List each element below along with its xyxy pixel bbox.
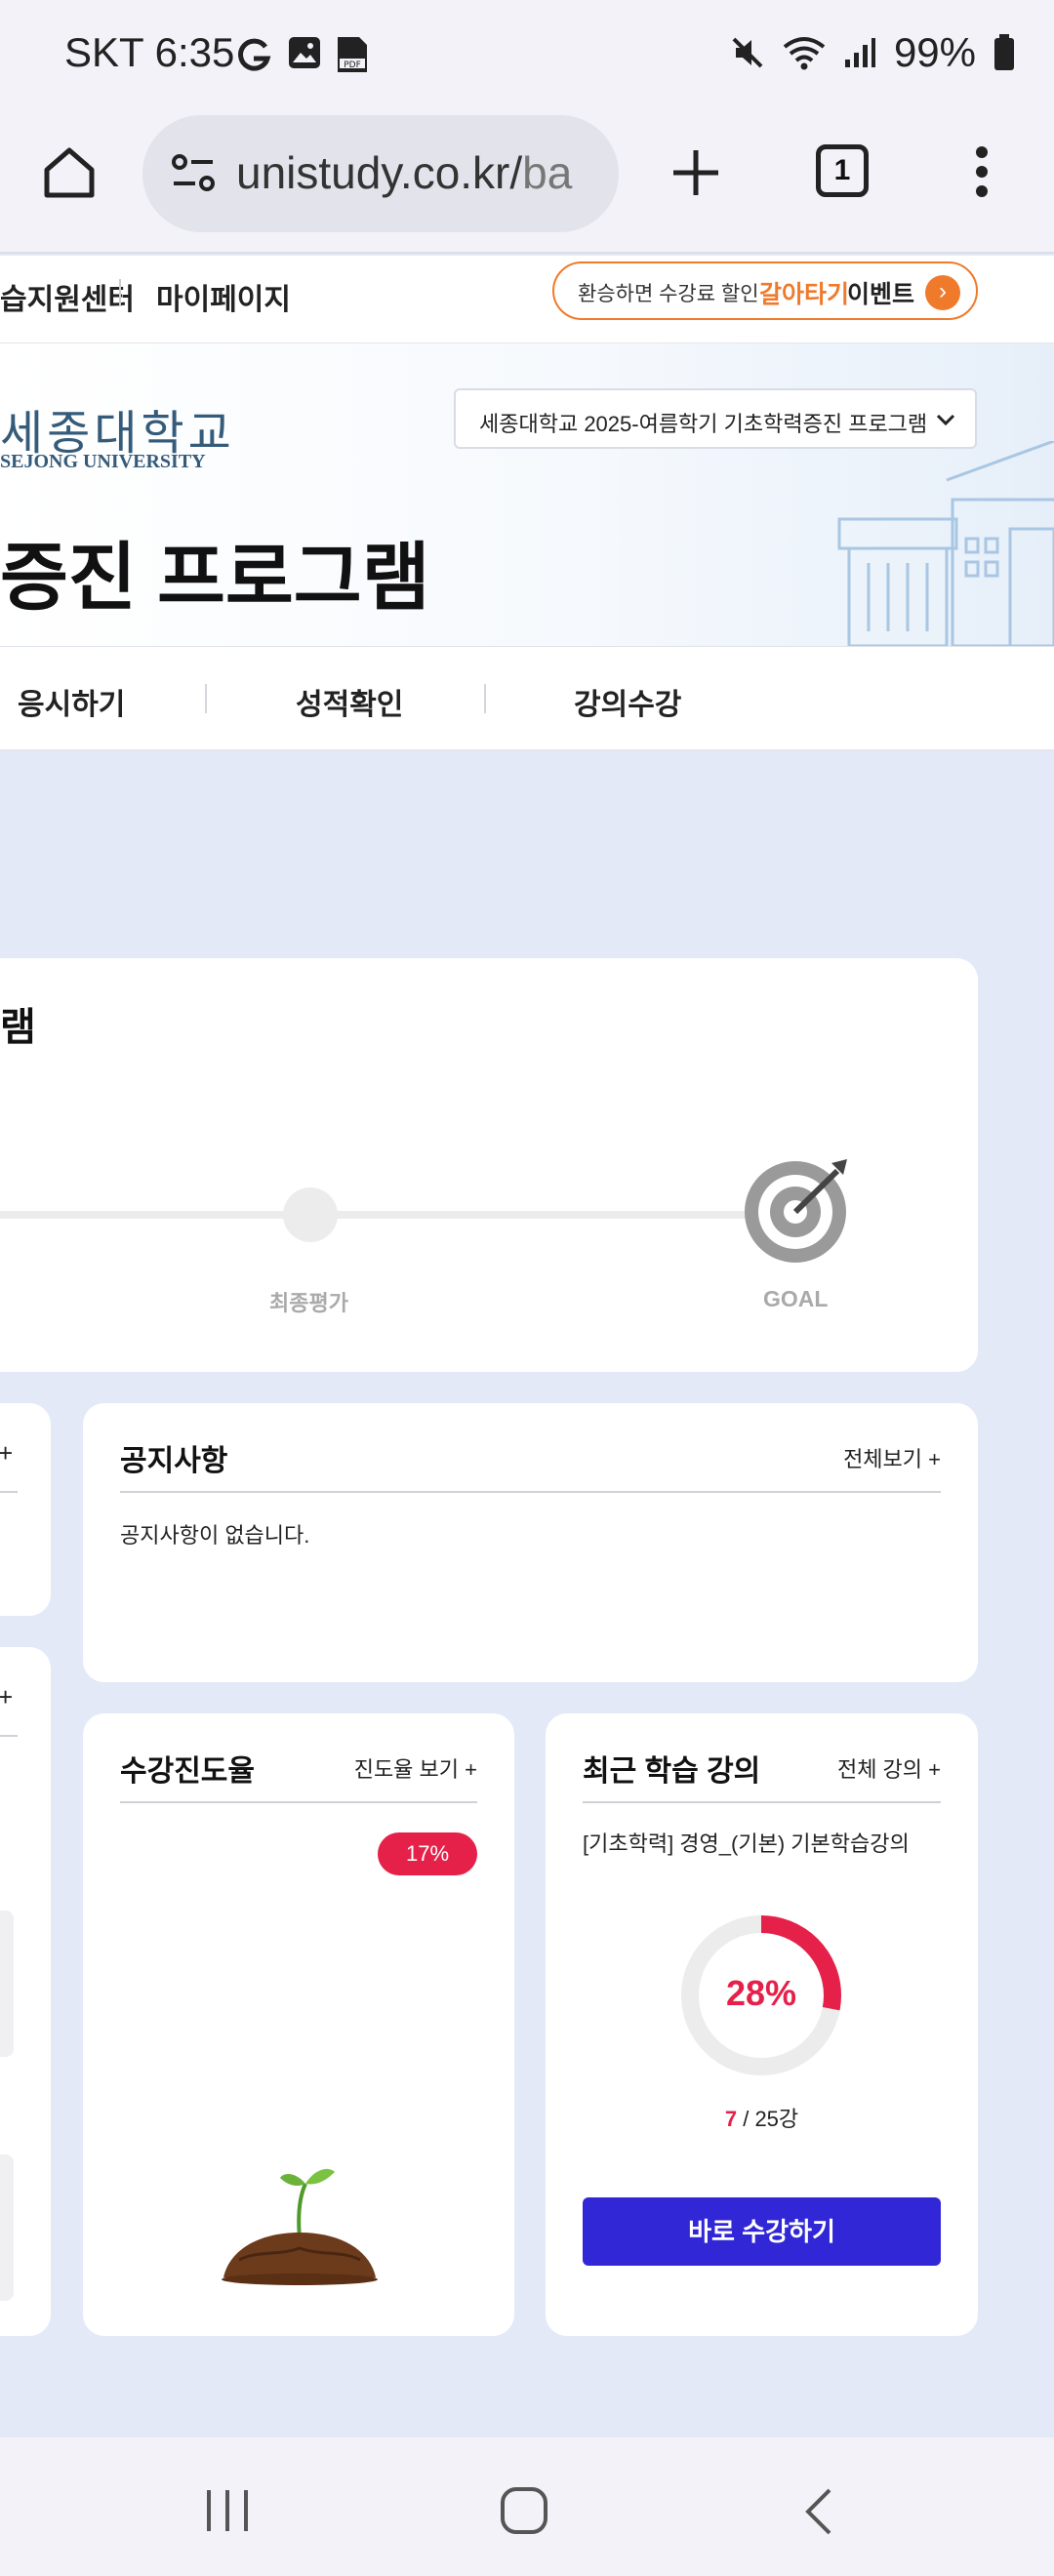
notice-empty-message: 공지사항이 없습니다. [120, 1523, 310, 1548]
nav-divider [484, 684, 486, 713]
recent-title: 최근 학습 강의 [583, 1755, 761, 1788]
home-nav-icon[interactable] [500, 2486, 548, 2535]
progress-badge: 17% [378, 1832, 477, 1875]
start-lecture-button[interactable]: 바로 수강하기 [583, 2197, 941, 2266]
status-time: SKT 6:35 [64, 29, 235, 75]
notice-title: 공지사항 [120, 1445, 228, 1477]
svg-text:PDF: PDF [344, 60, 361, 70]
program-nav: 응시하기 성적확인 강의수강 [0, 646, 1054, 751]
battery-icon [994, 34, 1014, 70]
divider [120, 1491, 941, 1493]
notice-card: 공지사항 전체보기 + 공지사항이 없습니다. [83, 1403, 978, 1682]
browser-toolbar: unistudy.co.kr/ba 1 [0, 115, 1054, 254]
event-text: 환승하면 수강료 할인 [578, 283, 759, 305]
battery-percent: 99% [893, 29, 976, 75]
partial-card-left-bottom: + [0, 1647, 51, 2336]
notification-icons: PDF [234, 35, 369, 74]
lecture-done-count: 7 [724, 2107, 738, 2131]
tab-grades[interactable]: 성적확인 [296, 680, 403, 723]
tab-switcher-button[interactable]: 1 [816, 144, 869, 197]
recent-more-link[interactable]: 전체 강의 + [837, 1752, 941, 1784]
placeholder-block [0, 2154, 14, 2301]
roadmap-step-goal: GOAL [763, 1286, 829, 1311]
divider [0, 1735, 18, 1737]
back-icon[interactable] [802, 2486, 835, 2537]
mute-icon [732, 37, 763, 68]
status-bar: SKT 6:35 PDF 99% [0, 0, 1054, 115]
chevron-right-icon: › [925, 275, 960, 310]
university-logo-english: SEJONG UNIVERSITY [0, 451, 206, 472]
program-header: 세종대학교 SEJONG UNIVERSITY 세종대학교 2025-여름학기 … [0, 343, 1054, 646]
event-label: 이벤트 [847, 281, 915, 308]
signal-icon [844, 38, 875, 67]
chevron-down-icon [936, 414, 955, 426]
image-icon [289, 37, 320, 68]
placeholder-block [0, 1911, 14, 2057]
plus-icon[interactable]: + [0, 1682, 13, 1712]
tab-exam[interactable]: 응시하기 [18, 680, 125, 723]
site-settings-icon[interactable] [170, 152, 217, 195]
recent-lecture-card: 최근 학습 강의 전체 강의 + [기초학력] 경영_(기본) 기본학습강의 2… [546, 1713, 978, 2336]
notice-more-link[interactable]: 전체보기 + [843, 1442, 941, 1473]
roadmap-track [0, 1211, 771, 1219]
progress-ring-percent: 28% [725, 1973, 797, 2013]
utility-bar: 습지원센터 마이페이지 환승하면 수강료 할인 갈아타기 이벤트 › [0, 256, 1054, 343]
roadmap-card: 램 최종평가 GOAL [0, 958, 978, 1372]
new-tab-icon[interactable] [669, 146, 722, 199]
support-center-link[interactable]: 습지원센터 [0, 275, 135, 318]
progress-more-link[interactable]: 진도율 보기 + [354, 1752, 477, 1784]
more-menu-icon[interactable] [972, 144, 992, 199]
roadmap-step-marker [283, 1187, 338, 1242]
event-banner[interactable]: 환승하면 수강료 할인 갈아타기 이벤트 › [552, 262, 978, 320]
target-goal-icon [745, 1159, 847, 1263]
lecture-total-count: / 25강 [743, 2107, 799, 2131]
system-icons: 99% [730, 29, 1015, 76]
wifi-icon [783, 37, 826, 70]
address-bar[interactable]: unistudy.co.kr/ba [142, 115, 619, 232]
recent-apps-icon[interactable] [203, 2488, 252, 2533]
tab-lectures[interactable]: 강의수강 [574, 680, 681, 723]
divider [583, 1801, 941, 1803]
google-icon [238, 38, 271, 71]
program-select[interactable]: 세종대학교 2025-여름학기 기초학력증진 프로그램 [454, 388, 977, 449]
url-text[interactable]: unistudy.co.kr/ba [236, 146, 607, 199]
divider [119, 279, 121, 306]
system-nav-bar [0, 2437, 1054, 2576]
pdf-icon: PDF [338, 37, 367, 72]
page-title: 증진 프로그램 [0, 537, 430, 620]
recent-course-name[interactable]: [기초학력] 경영_(기본) 기본학습강의 [583, 1827, 910, 1858]
event-highlight: 갈아타기 [759, 281, 850, 308]
progress-card: 수강진도율 진도율 보기 + 17% [83, 1713, 514, 2336]
roadmap-title: 램 [0, 1006, 36, 1049]
lecture-count: 7 / 25강 [546, 2102, 978, 2133]
building-illustration [837, 441, 1054, 646]
partial-card-left-top: + [0, 1403, 51, 1616]
progress-title: 수강진도율 [120, 1755, 255, 1788]
divider [120, 1801, 477, 1803]
plus-icon[interactable]: + [0, 1438, 13, 1469]
nav-divider [205, 684, 207, 713]
roadmap-step-final: 최종평가 [269, 1291, 348, 1315]
sprout-icon [222, 2168, 378, 2285]
home-icon[interactable] [39, 142, 100, 203]
mypage-link[interactable]: 마이페이지 [156, 275, 291, 318]
divider [0, 1491, 18, 1493]
